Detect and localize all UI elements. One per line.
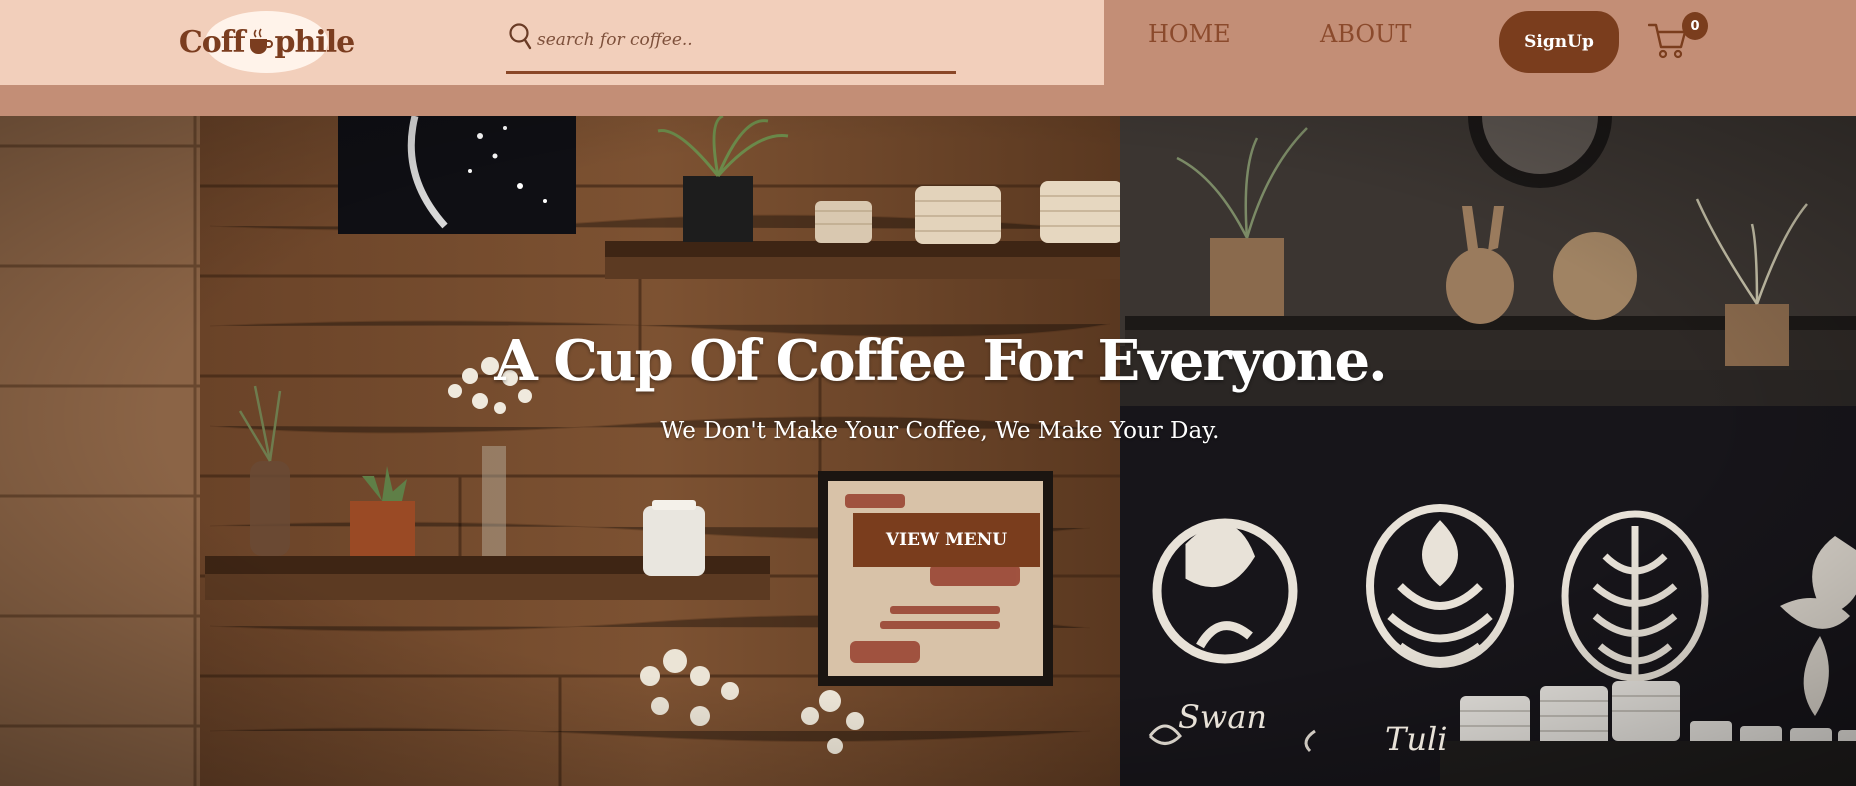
- logo[interactable]: Coff phile: [179, 11, 355, 73]
- hero-title: A Cup Of Coffee For Everyone.: [494, 328, 1387, 394]
- logo-text: Coff phile: [178, 24, 356, 60]
- latte-label-tulip: Tuli: [1385, 720, 1448, 758]
- site-header: Coff phile HOME ABOUT SignUp 0: [0, 0, 1856, 116]
- search-icon[interactable]: [508, 22, 532, 50]
- signup-button[interactable]: SignUp: [1499, 11, 1619, 73]
- hero-subtitle: We Don't Make Your Coffee, We Make Your …: [660, 418, 1220, 444]
- search-input[interactable]: [535, 26, 949, 54]
- search-bar: [506, 22, 956, 74]
- logo-text-left: Coff: [178, 24, 246, 60]
- cart-count-badge: 0: [1682, 12, 1708, 40]
- coffee-cup-icon: [249, 28, 273, 54]
- nav-home-link[interactable]: HOME: [1148, 20, 1231, 48]
- nav-about-link[interactable]: ABOUT: [1320, 20, 1411, 48]
- hero-section: Swan Tuli A Cup Of Coffee For Everyone. …: [0, 116, 1856, 786]
- header-left-panel: Coff phile: [0, 0, 1104, 85]
- logo-text-right: phile: [274, 24, 356, 60]
- cart-icon[interactable]: [1648, 20, 1686, 60]
- hero-background-image: [0, 116, 1856, 786]
- latte-label-swan: Swan: [1178, 698, 1267, 736]
- view-menu-button[interactable]: VIEW MENU: [853, 513, 1040, 567]
